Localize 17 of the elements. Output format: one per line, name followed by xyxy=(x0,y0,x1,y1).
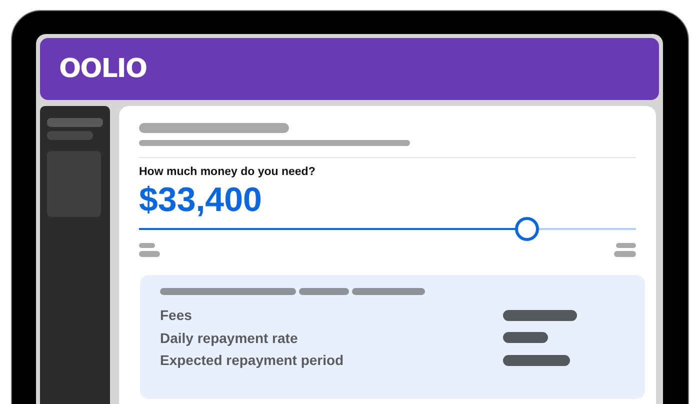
slider-thumb[interactable] xyxy=(514,217,539,241)
skeleton-line xyxy=(614,251,636,257)
skeleton-line xyxy=(616,243,636,248)
amount-slider[interactable] xyxy=(139,217,636,241)
skeleton-line xyxy=(139,251,160,257)
logo: OOLIO xyxy=(59,54,147,84)
summary-label: Fees xyxy=(160,307,192,324)
value-skeleton xyxy=(503,354,570,366)
skeleton-line xyxy=(139,243,155,248)
summary-label: Expected repayment period xyxy=(160,352,344,368)
skeleton-line xyxy=(299,288,349,295)
amount-prompt: How much money do you need? xyxy=(139,166,316,178)
amount-value: $33,400 xyxy=(139,180,263,220)
sidebar-skeleton xyxy=(47,118,103,127)
value-skeleton xyxy=(503,332,548,344)
summary-label: Daily repayment rate xyxy=(160,330,298,346)
sidebar-skeleton xyxy=(47,131,93,140)
